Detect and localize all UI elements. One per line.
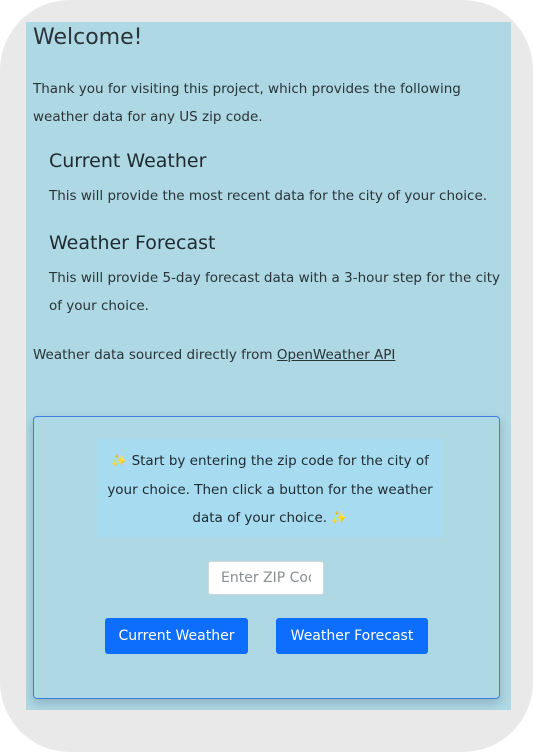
weather-forecast-button[interactable]: Weather Forecast	[276, 618, 428, 654]
zip-code-input[interactable]	[208, 561, 324, 595]
page-title: Welcome!	[33, 25, 143, 50]
openweather-api-link[interactable]: OpenWeather API	[277, 347, 396, 363]
current-weather-description: This will provide the most recent data f…	[49, 188, 488, 204]
weather-forecast-description: This will provide 5-day forecast data wi…	[49, 270, 501, 314]
instruction-note: ✨ Start by entering the zip code for the…	[97, 439, 443, 537]
rounded-frame: Welcome! Thank you for visiting this pro…	[0, 0, 533, 752]
current-weather-heading: Current Weather	[49, 150, 207, 172]
intro-text: Thank you for visiting this project, whi…	[33, 81, 461, 125]
zip-entry-card: ✨ Start by entering the zip code for the…	[33, 416, 500, 699]
sparkles-icon: ✨	[331, 511, 348, 526]
instruction-text: Start by entering the zip code for the c…	[107, 453, 433, 526]
main-panel: Welcome! Thank you for visiting this pro…	[26, 22, 511, 710]
data-source-prefix: Weather data sourced directly from	[33, 347, 277, 363]
data-source-line: Weather data sourced directly from OpenW…	[33, 344, 395, 366]
current-weather-button[interactable]: Current Weather	[105, 618, 248, 654]
weather-forecast-heading: Weather Forecast	[49, 232, 216, 254]
sparkles-icon: ✨	[111, 454, 128, 469]
